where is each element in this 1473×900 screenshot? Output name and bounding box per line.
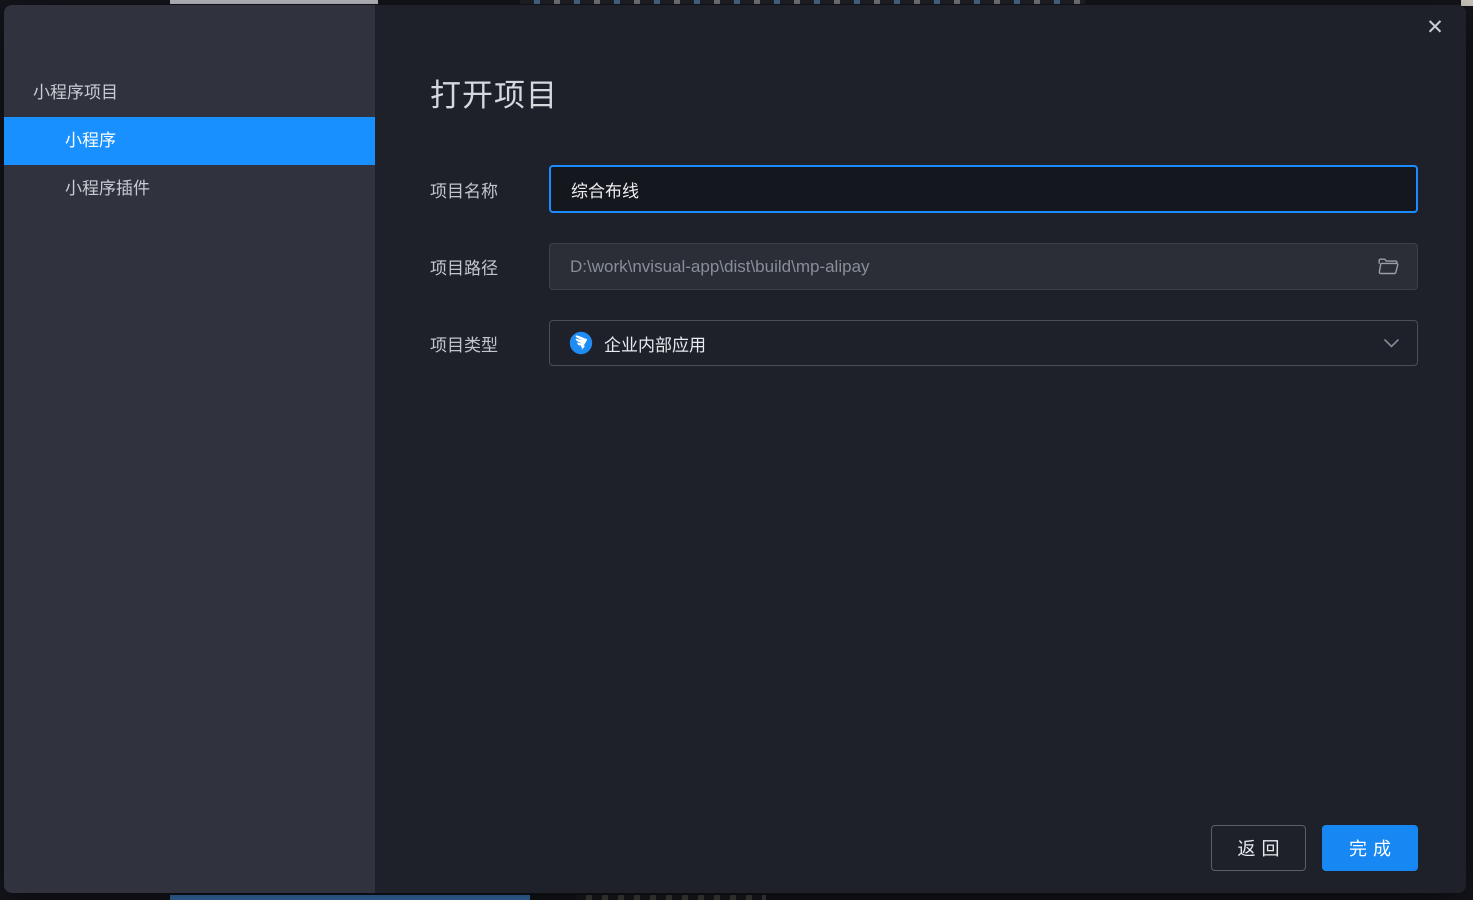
project-type-label: 项目类型 xyxy=(430,335,498,355)
sidebar-item-miniprogram-plugin[interactable]: 小程序插件 xyxy=(4,165,375,213)
background-statusbar-edge xyxy=(576,895,766,900)
project-name-label: 项目名称 xyxy=(430,181,498,201)
main-panel: ✕ 打开项目 项目名称 项目路径 xyxy=(375,5,1466,893)
project-path-label: 项目路径 xyxy=(430,259,498,278)
open-project-dialog: 小程序项目 小程序 小程序插件 ✕ 打开项目 项目名称 项目路径 xyxy=(4,5,1466,893)
project-type-select[interactable]: 企业内部应用 xyxy=(549,320,1418,366)
project-name-input[interactable] xyxy=(551,167,1416,211)
project-name-row: 项目名称 xyxy=(430,165,1418,213)
project-type-selected-option: 企业内部应用 xyxy=(569,331,1384,356)
background-app-edge xyxy=(170,0,378,4)
close-icon[interactable]: ✕ xyxy=(1418,11,1452,45)
chevron-down-icon xyxy=(1384,338,1399,348)
project-name-field xyxy=(549,165,1418,213)
back-button[interactable]: 返回 xyxy=(1211,825,1306,871)
background-statusbar-edge xyxy=(170,895,530,900)
sidebar-item-miniprogram[interactable]: 小程序 xyxy=(4,117,375,165)
finish-button[interactable]: 完成 xyxy=(1322,825,1418,871)
project-path-input xyxy=(550,244,1375,289)
project-type-value: 企业内部应用 xyxy=(604,335,706,355)
dialog-footer: 返回 完成 xyxy=(1211,825,1418,871)
project-type-row: 项目类型 企业内部应用 xyxy=(430,320,1418,366)
page-title: 打开项目 xyxy=(430,78,558,113)
sidebar-header-miniprogram-project: 小程序项目 xyxy=(33,83,118,102)
dingtalk-logo-icon xyxy=(569,331,593,355)
open-project-form: 项目名称 项目路径 xyxy=(430,165,1418,366)
background-app-edge xyxy=(520,0,1085,4)
sidebar: 小程序项目 小程序 小程序插件 xyxy=(4,5,375,893)
folder-open-icon xyxy=(1378,258,1398,275)
browse-folder-button[interactable] xyxy=(1375,254,1401,280)
project-path-field xyxy=(549,243,1418,290)
project-path-row: 项目路径 xyxy=(430,243,1418,290)
